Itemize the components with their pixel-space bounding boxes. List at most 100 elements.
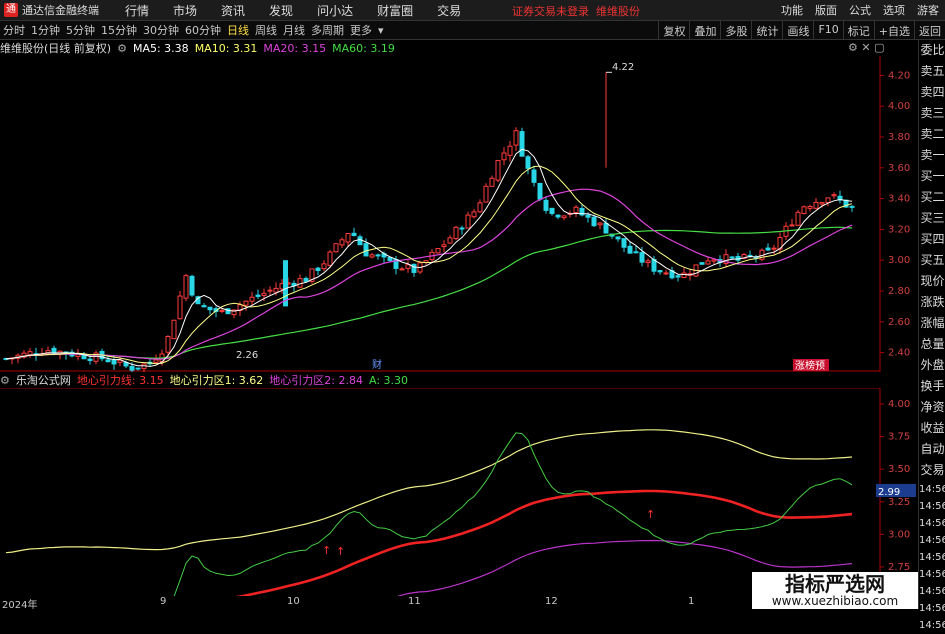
candle-body [375,254,381,257]
candle-body [513,130,519,146]
candle-body [201,305,207,308]
sidebar-item[interactable]: 换手 [919,376,945,397]
sidebar-item[interactable]: 涨幅 [919,313,945,334]
menu-guest[interactable]: 游客 [917,2,939,18]
date-label: 11 [408,596,421,607]
candle-body [171,319,177,340]
sidebar-item[interactable]: 收益 [919,418,945,439]
settings-icon[interactable]: ⚙ [117,42,127,55]
candle-body [267,289,273,292]
menu-item-market[interactable]: 市场 [173,2,197,19]
panel-settings-icon[interactable]: ⚙ [848,41,858,54]
sidebar-item[interactable]: 卖一 [919,145,945,166]
sidebar-item[interactable]: 委比 [919,40,945,61]
sidebar-item[interactable]: 卖二 [919,124,945,145]
watermark: 指标严选网 www.xuezhibiao.com [752,572,918,609]
date-label: 10 [287,596,300,607]
menu-item-trade[interactable]: 交易 [437,2,461,19]
period-30m[interactable]: 30分钟 [143,22,179,38]
low-marker: 2.26 [236,350,258,361]
stock-name: 维维股份 [596,5,640,18]
tool-add-watch-button[interactable]: +自选 [873,21,914,39]
tool-f10-button[interactable]: F10 [813,21,842,39]
period-1m[interactable]: 1分钟 [31,22,60,38]
sidebar-item[interactable]: 现价 [919,271,945,292]
tool-adjust-button[interactable]: 复权 [658,21,689,39]
main-menu: 行情 市场 资讯 发现 问小达 财富圈 交易 [113,2,473,19]
menu-formula[interactable]: 公式 [849,2,871,18]
menu-options[interactable]: 选项 [883,2,905,18]
sidebar-item[interactable]: 卖三 [919,103,945,124]
candle-body [315,267,321,272]
tool-draw-button[interactable]: 画线 [782,21,813,39]
sidebar-item[interactable]: 净资 [919,397,945,418]
menu-item-quotes[interactable]: 行情 [125,2,149,19]
period-more[interactable]: 更多 [350,22,372,38]
candle-body [465,214,471,229]
period-multi[interactable]: 多周期 [311,22,344,38]
candle-body [639,252,645,263]
candle-body [483,185,489,203]
gravity-line-label: 地心引力线: 3.15 [76,374,164,387]
period-5m[interactable]: 5分钟 [66,22,95,38]
ma10-label: MA10: 3.31 [194,41,258,55]
sidebar-item[interactable]: 买五 [919,250,945,271]
sidebar-item[interactable]: 涨跌 [919,292,945,313]
menu-layout[interactable]: 版面 [815,2,837,18]
menu-item-news[interactable]: 资讯 [221,2,245,19]
candle-body [831,194,837,197]
sidebar-item[interactable]: 买三 [919,208,945,229]
sidebar-item[interactable]: 总量 [919,334,945,355]
candle-body [471,211,477,218]
sidebar-item[interactable]: 自动 [919,439,945,460]
main-candlestick-chart[interactable]: 4.20 4.00 3.80 3.60 3.40 3.20 3.00 2.80 2.60 2.40… [0,56,918,372]
menu-item-ask[interactable]: 问小达 [317,2,353,19]
sub-settings-icon[interactable]: ⚙ [0,374,10,387]
candle-body [489,177,495,187]
candle-body [333,243,339,253]
candle-body [543,199,549,211]
candle-body [261,292,267,296]
period-tick[interactable]: 分时 [3,22,25,38]
sidebar-item[interactable]: 交易 [919,460,945,481]
period-month[interactable]: 月线 [283,22,305,38]
sub-indicator-chart[interactable]: 4.003.753.503.253.002.75 ↑ ↑ ↑ 2.99 [0,388,918,596]
date-label: 1 [688,596,695,607]
sidebar-item[interactable]: 买四 [919,229,945,250]
app-logo-icon: 通 [4,3,18,17]
chevron-down-icon[interactable]: ▾ [378,24,384,37]
sidebar-item[interactable]: 买一 [919,166,945,187]
sidebar-item[interactable]: 买二 [919,187,945,208]
candle-body [219,310,225,313]
tool-stats-button[interactable]: 统计 [751,21,782,39]
tool-back-button[interactable]: 返回 [914,21,945,39]
y-tick-label: 2.80 [888,286,910,297]
candle-body [327,251,333,266]
period-day[interactable]: 日线 [227,22,249,38]
a-line-label: A: 3.30 [368,373,409,387]
tool-multi-button[interactable]: 多股 [720,21,751,39]
login-notice[interactable]: 证券交易未登录 维维股份 [512,3,640,19]
candle-body [573,206,579,214]
panel-expand-icon[interactable]: ▢ [874,41,884,54]
candle-body [531,169,537,183]
menu-function[interactable]: 功能 [781,2,803,18]
sidebar-item[interactable]: 外盘 [919,355,945,376]
y-tick-label: 3.25 [888,497,910,508]
menu-item-wealth[interactable]: 财富圈 [377,2,413,19]
tool-overlay-button[interactable]: 叠加 [689,21,720,39]
period-15m[interactable]: 15分钟 [101,22,137,38]
up-arrow-icon: ↑ [336,545,345,558]
sidebar-item[interactable]: 卖五 [919,61,945,82]
toolbar: 复权 叠加 多股 统计 画线 F10 标记 +自选 返回 [658,21,945,39]
finance-marker[interactable]: 财 [372,358,382,371]
trade-time: 14:56 [919,586,945,597]
menu-item-discover[interactable]: 发现 [269,2,293,19]
sidebar-item[interactable]: 卖四 [919,82,945,103]
rise-badge[interactable]: 涨榜预 [795,359,825,372]
period-week[interactable]: 周线 [255,22,277,38]
date-label: 12 [545,596,558,607]
tool-mark-button[interactable]: 标记 [842,21,874,39]
period-60m[interactable]: 60分钟 [185,22,221,38]
panel-close-icon[interactable]: ✕ [861,41,870,54]
